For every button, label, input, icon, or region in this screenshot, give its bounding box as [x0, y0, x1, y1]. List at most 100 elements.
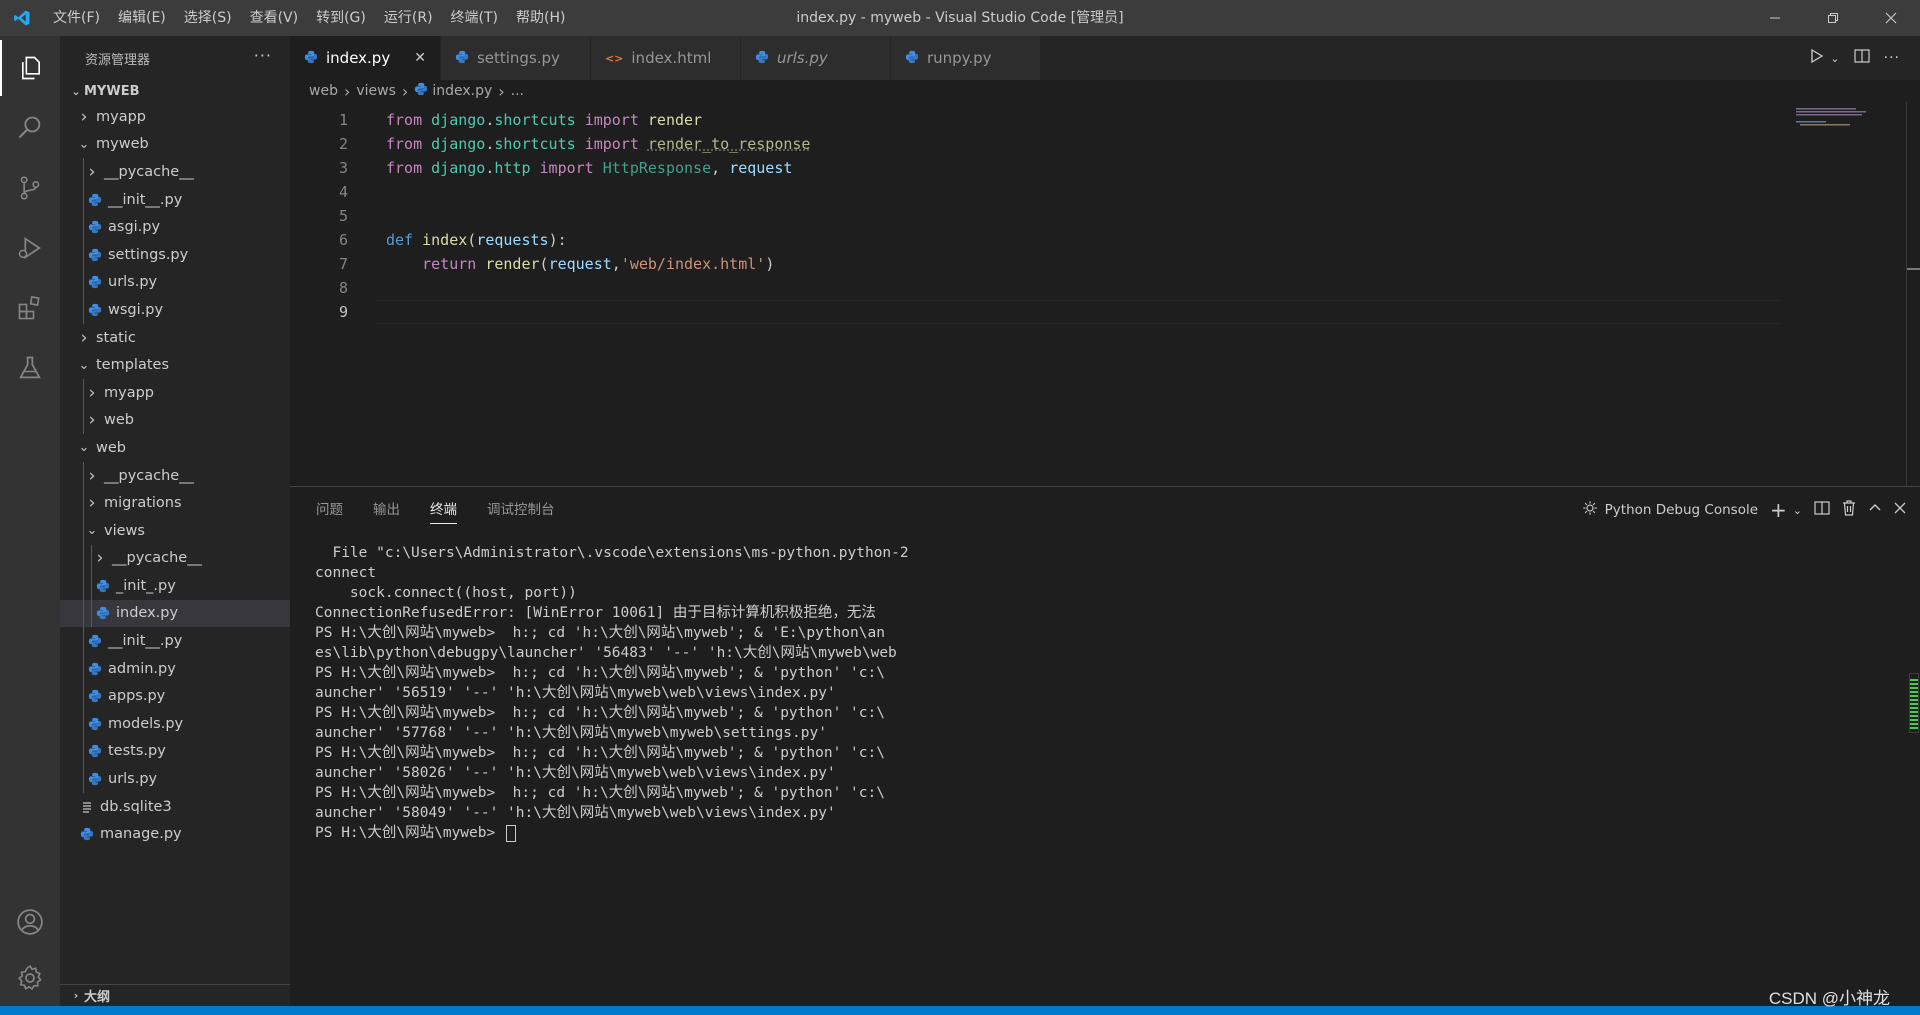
tree-folder[interactable]: ⌄ myweb [60, 131, 290, 159]
tree-folder[interactable]: › web [60, 406, 290, 435]
trash-icon[interactable] [1842, 500, 1856, 520]
editor-tab[interactable]: runpy.py [890, 36, 1041, 80]
breadcrumb-item[interactable]: ... [511, 83, 524, 99]
menu-item[interactable]: 选择(S) [175, 0, 241, 36]
tree-folder[interactable]: › static [60, 324, 290, 352]
tree-file[interactable]: asgi.py [60, 213, 290, 241]
split-terminal-icon[interactable] [1814, 501, 1830, 519]
tree-file[interactable]: tests.py [60, 737, 290, 766]
more-editor-actions-icon[interactable]: ··· [1884, 50, 1900, 66]
code-token: requests [476, 231, 549, 249]
tree-file[interactable]: urls.py [60, 268, 290, 297]
python-file-icon [455, 50, 469, 67]
terminal-dropdown-icon[interactable]: ⌄ [1793, 504, 1802, 517]
account-icon[interactable] [0, 894, 60, 950]
more-actions-icon[interactable]: ··· [254, 36, 272, 76]
minimap[interactable] [1796, 106, 1906, 146]
menu-item[interactable]: 帮助(H) [507, 0, 574, 36]
tree-folder[interactable]: › myapp [60, 378, 290, 407]
terminal-output[interactable]: File "c:\Users\Administrator\.vscode\ext… [315, 543, 1875, 843]
settings-gear-icon[interactable] [0, 950, 60, 1006]
tree-file[interactable]: __init__.py [60, 627, 290, 655]
code-line[interactable]: 6 def index(requests): [290, 228, 1780, 252]
tree-file[interactable]: index.py [60, 599, 290, 628]
tree-item-label: tests.py [108, 743, 166, 760]
editor-tab[interactable]: index.py ✕ [290, 36, 441, 80]
run-dropdown-chevron-icon[interactable]: ⌄ [1830, 52, 1839, 65]
breadcrumb-item[interactable]: web [309, 83, 338, 99]
code-line[interactable]: 9 [290, 300, 1780, 324]
editor-tab[interactable]: <> index.html [590, 36, 741, 80]
workspace-root[interactable]: ⌄ MYWEB [60, 80, 290, 102]
close-panel-icon[interactable] [1894, 502, 1906, 518]
source-control-icon[interactable] [0, 160, 60, 216]
new-terminal-icon[interactable]: + [1770, 498, 1787, 522]
restore-button[interactable] [1804, 0, 1862, 36]
panel-tab[interactable]: 调试控制台 [487, 487, 555, 533]
code-token: return [422, 255, 477, 273]
python-file-icon [88, 220, 104, 234]
tree-file[interactable]: db.sqlite3 [60, 793, 290, 821]
code-line[interactable]: 5 [290, 204, 1780, 228]
panel-tab[interactable]: 终端 [430, 487, 457, 533]
tree-folder[interactable]: ⌄ templates [60, 351, 290, 379]
menu-item[interactable]: 编辑(E) [109, 0, 175, 36]
code-line[interactable]: 8 [290, 276, 1780, 300]
tree-file[interactable]: apps.py [60, 682, 290, 711]
close-tab-icon[interactable]: ✕ [414, 50, 426, 66]
tree-folder[interactable]: › __pycache__ [60, 158, 290, 186]
tree-folder[interactable]: › migrations [60, 489, 290, 517]
line-number: 3 [338, 159, 348, 177]
code-line[interactable]: 3 from django.http import HttpResponse, r… [290, 156, 1780, 180]
breadcrumb-item[interactable]: index.py [432, 83, 492, 99]
terminal-scrollbar[interactable] [1906, 533, 1920, 1007]
tree-file[interactable]: manage.py [60, 820, 290, 848]
menu-item[interactable]: 文件(F) [44, 0, 109, 36]
editor-tab[interactable]: settings.py [440, 36, 591, 80]
editor-scrollbar[interactable] [1906, 102, 1920, 486]
tree-folder[interactable]: › __pycache__ [60, 461, 290, 490]
code-line[interactable]: 2 from django.shortcuts import render_to_… [290, 132, 1780, 156]
tree-file[interactable]: models.py [60, 710, 290, 738]
tree-item-label: urls.py [108, 274, 158, 291]
breadcrumb-item[interactable]: views [356, 83, 396, 99]
tree-file[interactable]: __init__.py [60, 185, 290, 214]
run-file-icon[interactable] [1810, 48, 1824, 67]
search-icon[interactable] [0, 100, 60, 156]
editor-tab[interactable]: urls.py [740, 36, 891, 80]
tree-folder[interactable]: › __pycache__ [60, 544, 290, 573]
panel-tab[interactable]: 问题 [316, 487, 343, 533]
code-line[interactable]: 4 [290, 180, 1780, 204]
terminal-prompt[interactable]: PS H:\大创\网站\myweb> [315, 823, 1875, 843]
tree-file[interactable]: settings.py [60, 240, 290, 269]
menu-item[interactable]: 终端(T) [442, 0, 507, 36]
maximize-panel-chevron-icon[interactable] [1868, 501, 1882, 519]
split-editor-icon[interactable] [1854, 49, 1870, 67]
tree-file[interactable]: admin.py [60, 654, 290, 683]
code-line[interactable]: 7 return render(request,'web/index.html'… [290, 252, 1780, 276]
code-line[interactable]: 1 from django.shortcuts import render [290, 108, 1780, 132]
run-debug-icon[interactable] [0, 220, 60, 276]
extensions-icon[interactable] [0, 280, 60, 336]
menu-item[interactable]: 查看(V) [241, 0, 308, 36]
tree-folder[interactable]: ⌄ views [60, 516, 290, 545]
code-editor[interactable]: 1 from django.shortcuts import render 2 fro… [290, 108, 1780, 324]
outline-section[interactable]: › 大纲 [60, 984, 290, 1006]
tree-file[interactable]: wsgi.py [60, 296, 290, 324]
minimize-button[interactable] [1746, 0, 1804, 36]
explorer-icon[interactable] [0, 40, 60, 96]
tree-item-label: manage.py [100, 826, 182, 843]
code-token: from [386, 159, 423, 177]
python-file-icon [88, 717, 104, 731]
tree-folder[interactable]: ⌄ web [60, 434, 290, 462]
tree-folder[interactable]: › myapp [60, 103, 290, 131]
menu-item[interactable]: 转到(G) [307, 0, 375, 36]
python-file-icon [755, 50, 769, 67]
menu-item[interactable]: 运行(R) [375, 0, 442, 36]
tree-file[interactable]: _init_.py [60, 572, 290, 600]
close-window-button[interactable] [1862, 0, 1920, 36]
tree-file[interactable]: urls.py [60, 765, 290, 793]
panel-tab[interactable]: 输出 [373, 487, 400, 533]
testing-flask-icon[interactable] [0, 340, 60, 396]
terminal-selector[interactable]: Python Debug Console [1605, 502, 1758, 518]
